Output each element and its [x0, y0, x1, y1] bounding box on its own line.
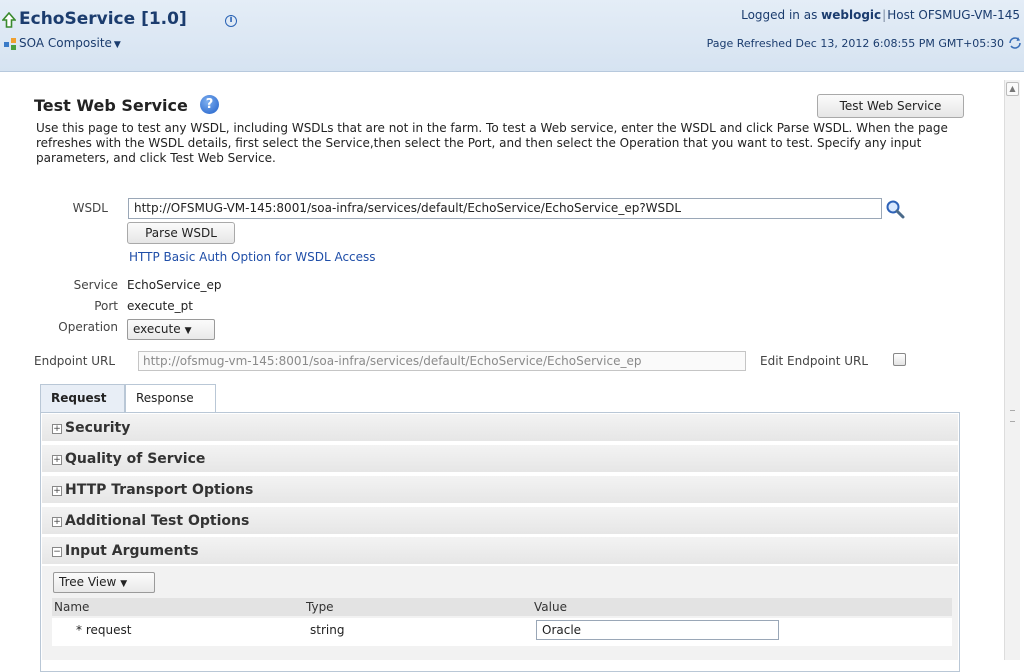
view-mode-selected: Tree View — [59, 575, 117, 589]
service-value: EchoService_ep — [127, 278, 222, 292]
section-security[interactable]: + Security — [42, 414, 958, 442]
parse-wsdl-button[interactable]: Parse WSDL — [127, 222, 235, 244]
page-refreshed-text: Page Refreshed Dec 13, 2012 6:08:55 PM G… — [706, 37, 1004, 50]
section-additional-test-options[interactable]: + Additional Test Options — [42, 507, 958, 535]
login-prefix: Logged in as — [741, 8, 818, 22]
host-label: Host — [887, 8, 915, 22]
search-icon[interactable] — [885, 199, 905, 219]
collapse-icon: − — [52, 547, 62, 557]
table-row: * request string — [52, 618, 952, 646]
header-bar: EchoService [1.0] i SOA Composite ▼ Logge… — [0, 0, 1024, 72]
section-input-arguments[interactable]: − Input Arguments — [42, 537, 958, 565]
section-label: Security — [65, 420, 131, 436]
section-label: Input Arguments — [65, 543, 199, 559]
service-label: Service — [73, 278, 118, 292]
view-mode-select[interactable]: Tree View ▼ — [53, 572, 155, 593]
operation-label: Operation — [58, 320, 118, 334]
help-icon[interactable]: ? — [200, 95, 219, 114]
section-http-transport-options[interactable]: + HTTP Transport Options — [42, 476, 958, 504]
column-header-value: Value — [534, 600, 567, 614]
port-label: Port — [94, 299, 118, 313]
soa-composite-icon — [4, 38, 16, 50]
edit-endpoint-label: Edit Endpoint URL — [760, 354, 869, 368]
http-basic-auth-link[interactable]: HTTP Basic Auth Option for WSDL Access — [129, 250, 376, 264]
arguments-table-header: Name Type Value — [52, 598, 952, 616]
endpoint-url-input[interactable]: http://ofsmug-vm-145:8001/soa-infra/serv… — [138, 351, 746, 371]
page-description: Use this page to test any WSDL, includin… — [36, 121, 948, 165]
endpoint-url-label: Endpoint URL — [34, 354, 116, 368]
tab-request[interactable]: Request — [40, 384, 125, 413]
edit-endpoint-checkbox[interactable] — [893, 353, 906, 366]
up-arrow-icon[interactable] — [2, 12, 16, 28]
test-web-service-button[interactable]: Test Web Service — [817, 94, 964, 118]
expand-icon: + — [52, 517, 62, 527]
info-icon[interactable]: i — [225, 15, 237, 27]
app-title: EchoService [1.0] — [19, 9, 187, 29]
tab-response[interactable]: Response — [125, 384, 216, 413]
expand-icon: + — [52, 424, 62, 434]
port-value: execute_pt — [127, 299, 193, 313]
page-title: Test Web Service — [34, 96, 188, 115]
expand-icon: + — [52, 455, 62, 465]
argument-type: string — [310, 623, 345, 637]
vertical-scrollbar[interactable]: ▲ — [1004, 80, 1020, 660]
argument-name: * request — [76, 623, 132, 637]
section-quality-of-service[interactable]: + Quality of Service — [42, 445, 958, 473]
operation-selected: execute — [133, 322, 181, 336]
column-header-name: Name — [54, 600, 90, 614]
chevron-down-icon: ▼ — [113, 40, 121, 50]
expand-icon: + — [52, 486, 62, 496]
section-label: HTTP Transport Options — [65, 482, 254, 498]
column-header-type: Type — [306, 600, 334, 614]
refresh-icon[interactable] — [1008, 36, 1022, 50]
chevron-down-icon: ▼ — [120, 579, 128, 589]
user-name[interactable]: weblogic — [821, 8, 881, 22]
scroll-up-icon[interactable]: ▲ — [1006, 82, 1019, 96]
host-name: OFSMUG-VM-145 — [918, 8, 1020, 22]
scroll-thumb[interactable] — [1010, 410, 1015, 422]
section-label: Quality of Service — [65, 451, 206, 467]
wsdl-input[interactable]: http://OFSMUG-VM-145:8001/soa-infra/serv… — [128, 198, 882, 219]
section-label: Additional Test Options — [65, 513, 250, 529]
chevron-down-icon: ▼ — [184, 326, 192, 336]
soa-composite-menu[interactable]: SOA Composite ▼ — [19, 36, 121, 50]
soa-composite-label: SOA Composite — [19, 36, 112, 50]
argument-value-input[interactable]: Oracle — [536, 620, 779, 640]
wsdl-label: WSDL — [72, 201, 108, 215]
login-info: Logged in as weblogic|Host OFSMUG-VM-145 — [741, 8, 1020, 22]
operation-select[interactable]: execute ▼ — [127, 319, 215, 340]
